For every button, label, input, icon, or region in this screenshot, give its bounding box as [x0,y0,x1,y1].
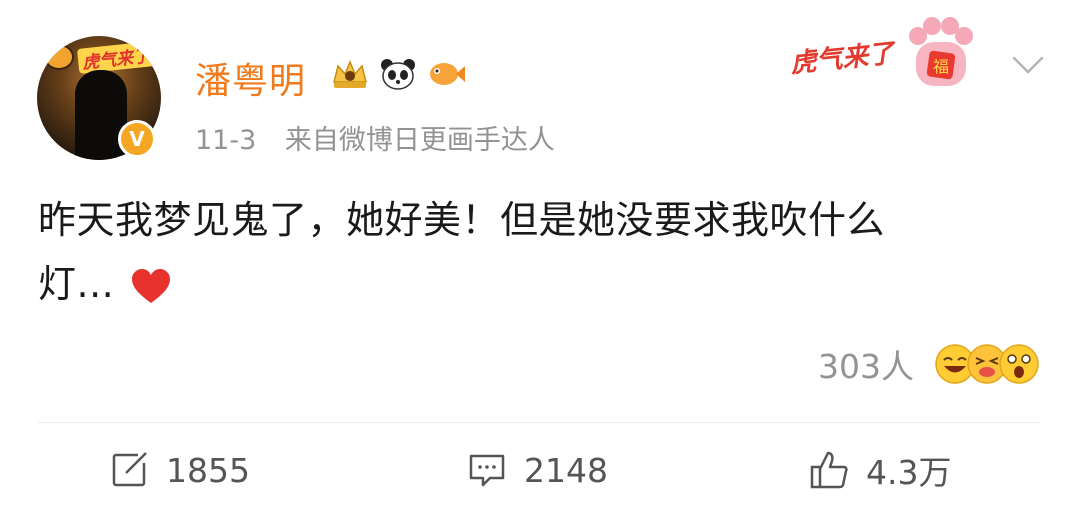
comment-icon [469,454,505,487]
event-badge[interactable]: 虎气来了 福 [788,8,990,94]
weibo-post-card: 虎气来了 V 潘粤明 11-3 来自微博日更画手达人 虎气来了 福 昨天我梦见鬼… [0,0,1080,518]
fish-icon[interactable] [426,56,466,92]
tiger-paw-icon: 福 [909,17,973,86]
thumbs-up-icon [810,451,848,489]
like-count: 4.3万 [866,453,952,492]
event-badge-text: 虎气来了 [788,38,896,80]
comment-count: 2148 [524,450,608,490]
repost-icon [112,452,147,487]
user-badges [330,56,466,92]
like-button[interactable]: 4.3万 [808,440,951,500]
post-content-line-2-wrap: 灯... [38,252,1038,316]
heart-emoji-icon [131,268,170,303]
post-content[interactable]: 昨天我梦见鬼了，她好美！但是她没要求我吹什么 灯... [38,188,1038,316]
chevron-down-icon[interactable] [1010,50,1046,80]
action-bar: 1855 2148 4.3万 [0,440,1080,500]
post-meta: 11-3 来自微博日更画手达人 [195,118,555,157]
verified-badge-icon: V [118,120,156,158]
username[interactable]: 潘粤明 [195,52,306,104]
avatar-frame-text: 虎气来了 [76,40,156,74]
post-source: 来自微博日更画手达人 [284,125,555,156]
repost-button[interactable]: 1855 [108,440,250,500]
avatar-frame-overlay: 虎气来了 [41,40,157,74]
post-time: 11-3 [195,125,257,156]
reactions-summary[interactable]: 303人 [818,340,1040,388]
comment-button[interactable]: 2148 [466,440,608,500]
divider [38,422,1040,423]
shock-emoji-icon [999,344,1039,384]
crown-badge-icon[interactable] [330,56,370,92]
post-content-line-2: 灯... [38,262,115,306]
tiger-icon [44,44,74,70]
reaction-count: 303人 [818,347,914,386]
post-content-line-1: 昨天我梦见鬼了，她好美！但是她没要求我吹什么 [38,198,886,242]
svg-text:福: 福 [933,57,949,76]
panda-icon[interactable] [378,56,418,92]
repost-count: 1855 [166,450,250,490]
reaction-emojis [934,343,1040,385]
